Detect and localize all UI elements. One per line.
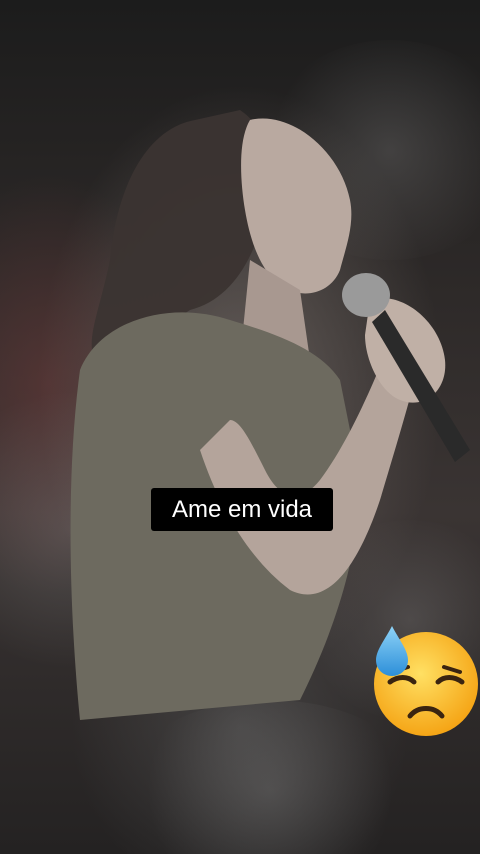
caption-text: Ame em vida [151,488,333,531]
sad-sweat-face-icon [374,626,478,736]
